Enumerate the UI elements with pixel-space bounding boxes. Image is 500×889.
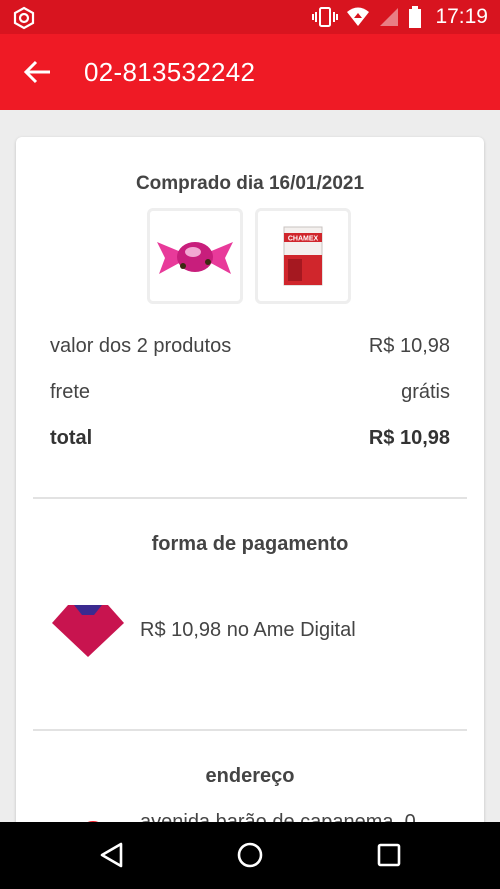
payment-method-text: R$ 10,98 no Ame Digital (140, 619, 356, 641)
product-thumbnail[interactable]: CHAMEX (255, 208, 351, 304)
summary-label: valor dos 2 produtos (50, 335, 232, 357)
app-bar: 02-813532242 (0, 34, 500, 110)
recents-square-icon[interactable] (374, 840, 404, 870)
back-triangle-icon[interactable] (97, 840, 127, 870)
paper-ream-product-icon: CHAMEX (283, 226, 323, 286)
arrow-left-icon[interactable] (20, 56, 56, 88)
summary-row-total: total R$ 10,98 (50, 427, 450, 450)
navigation-bar (0, 822, 500, 889)
status-bar: 17:19 (0, 0, 500, 34)
system-icons (312, 5, 422, 29)
signal-icon (380, 8, 398, 26)
product-brand: CHAMEX (288, 236, 319, 243)
battery-icon (409, 6, 421, 28)
summary-label: frete (50, 381, 91, 403)
wifi-icon (347, 7, 369, 26)
section-divider (33, 497, 467, 499)
address-section-title: endereço (205, 765, 295, 787)
order-number-title: 02-813532242 (84, 57, 256, 87)
summary-label: total (50, 427, 93, 449)
status-time: 17:19 (435, 5, 488, 28)
app-notification-icon (13, 6, 35, 30)
product-thumbnails: CHAMEX (147, 208, 351, 304)
summary-row-shipping: frete grátis (50, 381, 450, 404)
summary-row-products: valor dos 2 produtos R$ 10,98 (50, 335, 450, 358)
order-details-card: Comprado dia 16/01/2021 CHAMEX valor dos… (16, 137, 484, 837)
candy-product-icon (157, 242, 233, 274)
ame-digital-logo (52, 605, 124, 657)
summary-value: R$ 10,98 (368, 427, 450, 449)
home-circle-icon[interactable] (235, 840, 265, 870)
summary-value: grátis (401, 381, 450, 403)
vibrate-icon (312, 7, 338, 27)
section-divider (33, 729, 467, 731)
product-thumbnail[interactable] (147, 208, 243, 304)
payment-section-title: forma de pagamento (151, 533, 349, 555)
purchase-date: Comprado dia 16/01/2021 (135, 173, 365, 194)
summary-value: R$ 10,98 (368, 335, 450, 357)
